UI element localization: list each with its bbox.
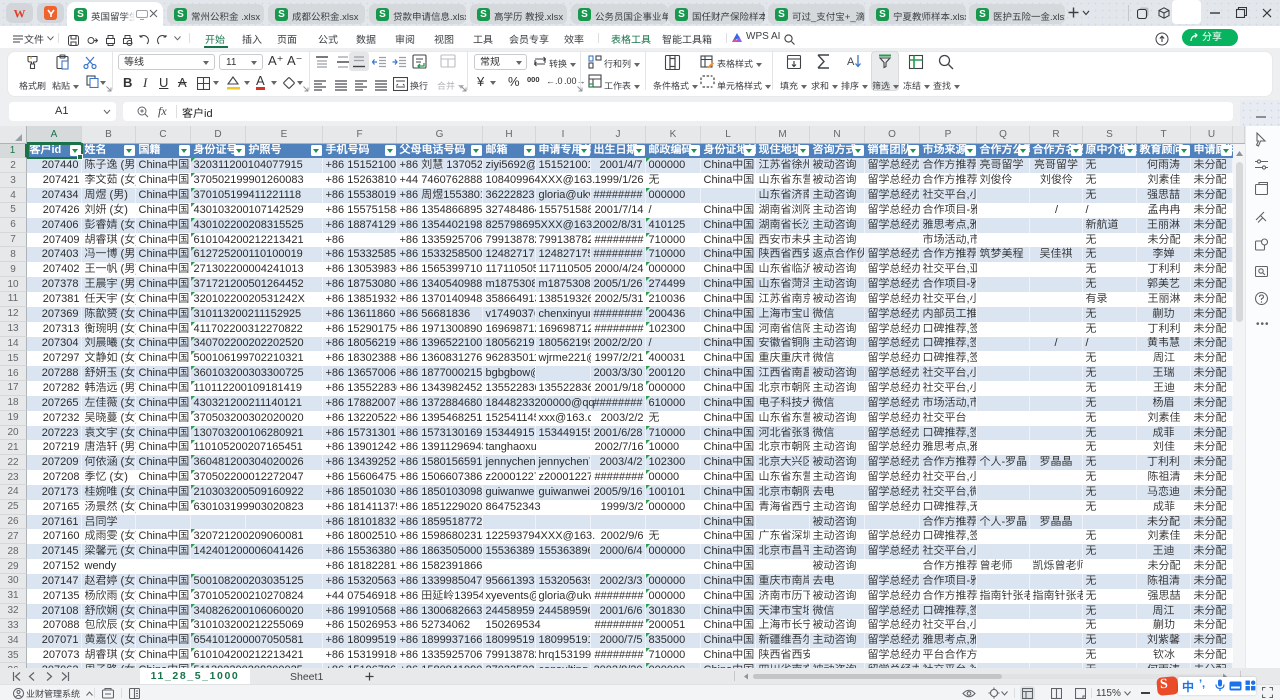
svg-text:W: W (14, 7, 26, 21)
svg-text:A: A (847, 56, 855, 68)
